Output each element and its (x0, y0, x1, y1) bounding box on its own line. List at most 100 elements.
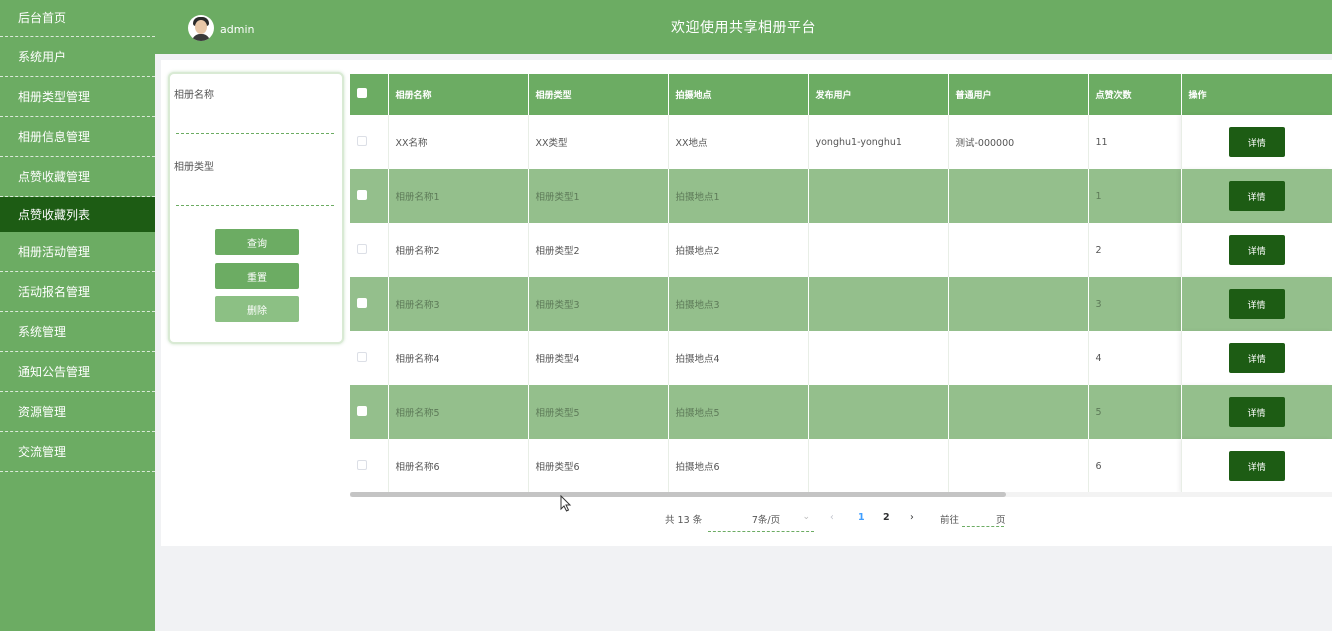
reset-button[interactable]: 重置 (215, 263, 299, 289)
column-header-user: 普通用户 (948, 74, 1089, 115)
sidebar-item-home[interactable]: 后台首页 (0, 0, 155, 37)
page-number-1[interactable]: 1 (858, 512, 865, 532)
cell-album-type: 相册类型4 (528, 331, 669, 385)
cell-actions: 详情 (1181, 169, 1332, 223)
album-name-input[interactable] (176, 114, 334, 134)
cell-album-type: XX类型 (528, 115, 669, 169)
sidebar-item-resource-management[interactable]: 资源管理 (0, 392, 155, 432)
sidebar-item-notice-management[interactable]: 通知公告管理 (0, 352, 155, 392)
row-select-cell[interactable] (350, 277, 389, 331)
cell-location: 拍摄地点6 (668, 439, 809, 492)
column-header-likes: 点赞次数 (1088, 74, 1182, 115)
cell-publisher (808, 169, 949, 223)
cell-location: 拍摄地点4 (668, 331, 809, 385)
cell-publisher (808, 439, 949, 492)
horizontal-scrollbar-thumb[interactable] (350, 492, 1006, 497)
cell-user (948, 277, 1089, 331)
page-title: 欢迎使用共享相册平台 (671, 20, 816, 36)
table-row: 相册名称2 相册类型2 拍摄地点2 2 详情 (350, 223, 1332, 277)
cell-album-name: 相册名称5 (388, 385, 529, 439)
select-all-checkbox-icon[interactable] (357, 88, 367, 98)
cell-album-type: 相册类型1 (528, 169, 669, 223)
sidebar-item-system-users[interactable]: 系统用户 (0, 37, 155, 77)
cell-publisher (808, 385, 949, 439)
row-select-cell[interactable] (350, 331, 389, 385)
sidebar-item-album-info-management[interactable]: 相册信息管理 (0, 117, 155, 157)
row-checkbox-icon[interactable] (357, 351, 367, 362)
detail-button[interactable]: 详情 (1228, 181, 1285, 211)
row-checkbox-icon[interactable] (357, 135, 367, 146)
cell-likes: 5 (1088, 385, 1182, 439)
page-number-2[interactable]: 2 (883, 512, 890, 532)
cell-actions: 详情 (1181, 385, 1332, 439)
cell-actions: 详情 (1181, 277, 1332, 331)
prev-page-button[interactable]: ‹ (830, 512, 834, 532)
sidebar-item-activity-signup-management[interactable]: 活动报名管理 (0, 272, 155, 312)
sidebar-item-album-activity-management[interactable]: 相册活动管理 (0, 232, 155, 272)
sidebar-item-like-favorite-list[interactable]: 点赞收藏列表 (0, 197, 155, 232)
detail-button[interactable]: 详情 (1228, 343, 1285, 373)
row-checkbox-icon[interactable] (357, 459, 367, 470)
cell-likes: 2 (1088, 223, 1182, 277)
detail-button[interactable]: 详情 (1228, 451, 1285, 481)
cell-publisher (808, 331, 949, 385)
row-select-cell[interactable] (350, 169, 389, 223)
mouse-pointer-icon (560, 495, 572, 512)
row-select-cell[interactable] (350, 439, 389, 492)
query-button[interactable]: 查询 (215, 229, 299, 255)
table-row: XX名称 XX类型 XX地点 yonghu1-yonghu1 测试-000000… (350, 115, 1332, 169)
cell-likes: 1 (1088, 169, 1182, 223)
cell-location: XX地点 (668, 115, 809, 169)
cell-album-type: 相册类型3 (528, 277, 669, 331)
cell-album-name: 相册名称6 (388, 439, 529, 492)
row-select-cell[interactable] (350, 223, 389, 277)
cell-user: 测试-000000 (948, 115, 1089, 169)
row-select-cell[interactable] (350, 385, 389, 439)
row-checkbox-icon[interactable] (357, 189, 367, 200)
sidebar: 后台首页 系统用户 相册类型管理 相册信息管理 点赞收藏管理 点赞收藏列表 相册… (0, 0, 155, 631)
cell-publisher: yonghu1-yonghu1 (808, 115, 949, 169)
page-size-value: 7条/页 (751, 515, 781, 526)
album-name-label: 相册名称 (174, 90, 214, 101)
page-size-select[interactable]: 7条/页 ⌄ (708, 512, 814, 532)
cell-album-type: 相册类型2 (528, 223, 669, 277)
album-type-label: 相册类型 (174, 162, 214, 173)
detail-button[interactable]: 详情 (1228, 397, 1285, 427)
cell-likes: 3 (1088, 277, 1182, 331)
cell-album-name: 相册名称1 (388, 169, 529, 223)
delete-button[interactable]: 删除 (215, 296, 299, 322)
sidebar-item-album-type-management[interactable]: 相册类型管理 (0, 77, 155, 117)
cell-user (948, 385, 1089, 439)
cell-actions: 详情 (1181, 331, 1332, 385)
next-page-button[interactable]: › (910, 512, 914, 532)
cell-album-name: XX名称 (388, 115, 529, 169)
cell-publisher (808, 223, 949, 277)
row-checkbox-icon[interactable] (357, 243, 367, 254)
row-checkbox-icon[interactable] (357, 405, 367, 416)
cell-actions: 详情 (1181, 115, 1332, 169)
cell-likes: 11 (1088, 115, 1182, 169)
sidebar-item-like-favorite-management[interactable]: 点赞收藏管理 (0, 157, 155, 197)
detail-button[interactable]: 详情 (1228, 127, 1285, 157)
detail-button[interactable]: 详情 (1228, 235, 1285, 265)
table-row: 相册名称3 相册类型3 拍摄地点3 3 详情 (350, 277, 1332, 331)
table-row: 相册名称1 相册类型1 拍摄地点1 1 详情 (350, 169, 1332, 223)
column-header-publisher: 发布用户 (808, 74, 949, 115)
cell-user (948, 169, 1089, 223)
sidebar-item-system-management[interactable]: 系统管理 (0, 312, 155, 352)
cell-album-type: 相册类型5 (528, 385, 669, 439)
sidebar-item-communication-management[interactable]: 交流管理 (0, 432, 155, 472)
detail-button[interactable]: 详情 (1228, 289, 1285, 319)
page-suffix-label: 页 (996, 515, 1006, 526)
select-all-cell[interactable] (350, 74, 389, 115)
cell-album-name: 相册名称2 (388, 223, 529, 277)
album-type-input[interactable] (176, 186, 334, 206)
table-row: 相册名称4 相册类型4 拍摄地点4 4 详情 (350, 331, 1332, 385)
cell-publisher (808, 277, 949, 331)
row-checkbox-icon[interactable] (357, 297, 367, 308)
row-select-cell[interactable] (350, 115, 389, 169)
column-header-actions: 操作 (1181, 74, 1332, 115)
pagination-total: 共 13 条 (665, 515, 703, 526)
cell-location: 拍摄地点5 (668, 385, 809, 439)
table-header-row: 相册名称 相册类型 拍摄地点 发布用户 普通用户 点赞次数 操作 (350, 74, 1332, 115)
